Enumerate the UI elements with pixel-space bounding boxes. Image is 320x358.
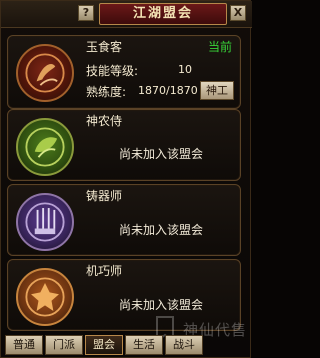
guild-window: ? 江湖盟会 X 玉食客 当前 技能等级: 10 熟练度: 1870/1870 …: [0, 0, 252, 358]
chef-emblem-icon: [16, 44, 74, 102]
tab-general[interactable]: 普通: [5, 335, 43, 355]
window-title: 江湖盟会: [99, 3, 227, 25]
tab-sect[interactable]: 门派: [45, 335, 83, 355]
tab-life[interactable]: 生活: [125, 335, 163, 355]
rank-button[interactable]: 神工: [200, 81, 234, 100]
guild-panel-chef[interactable]: 玉食客 当前 技能等级: 10 熟练度: 1870/1870 神工: [7, 35, 241, 109]
mechanic-emblem-icon: [16, 268, 74, 326]
proficiency-label: 熟练度:: [86, 85, 127, 99]
join-status: 尚未加入该盟会: [118, 147, 203, 161]
join-status: 尚未加入该盟会: [118, 298, 203, 312]
tab-combat[interactable]: 战斗: [165, 335, 203, 355]
tab-guild[interactable]: 盟会: [85, 335, 123, 355]
help-button[interactable]: ?: [78, 5, 94, 21]
skill-level-value: 10: [178, 63, 192, 76]
guild-name: 铸器师: [86, 189, 123, 203]
smith-emblem-icon: [16, 193, 74, 251]
guild-name: 玉食客: [86, 40, 123, 54]
herbalist-emblem-icon: [16, 118, 74, 176]
skill-level-label: 技能等级:: [86, 64, 139, 78]
close-button[interactable]: X: [230, 5, 246, 21]
proficiency-value: 1870/1870: [138, 84, 198, 97]
guild-panel-herbalist[interactable]: 神农侍 尚未加入该盟会: [7, 109, 241, 181]
category-tabs: 普通 门派 盟会 生活 战斗: [5, 335, 248, 355]
title-bar: ? 江湖盟会 X: [1, 1, 252, 28]
guild-name: 机巧师: [86, 264, 123, 278]
join-status: 尚未加入该盟会: [118, 223, 203, 237]
guild-name: 神农侍: [86, 114, 123, 128]
guild-panel-smith[interactable]: 铸器师 尚未加入该盟会: [7, 184, 241, 256]
current-status-label: 当前: [207, 40, 232, 54]
